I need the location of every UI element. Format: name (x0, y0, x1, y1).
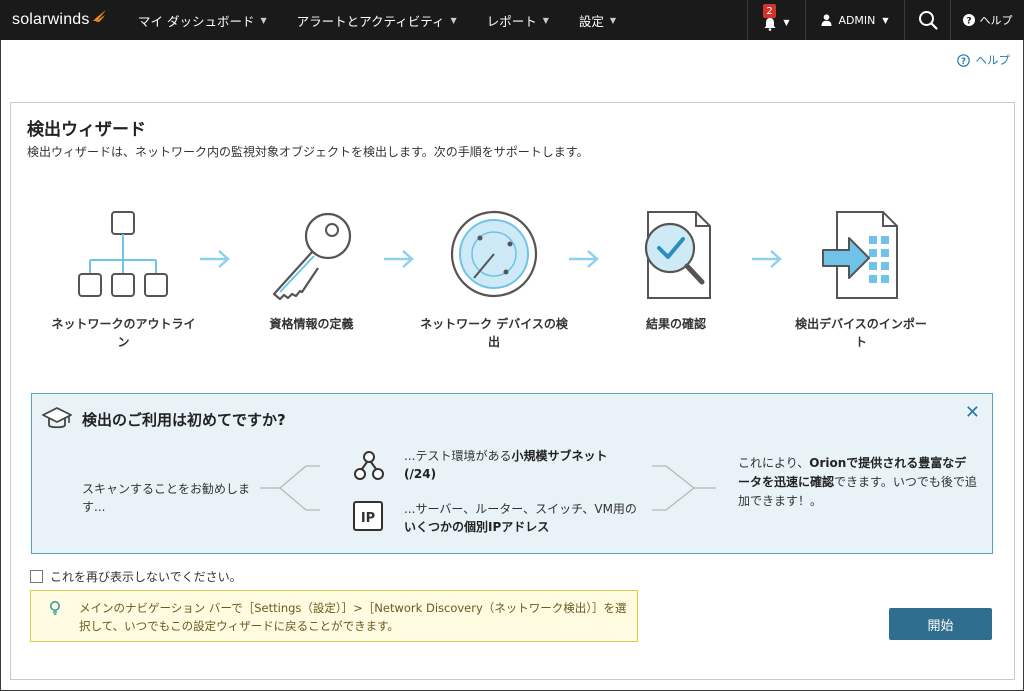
search-icon (918, 11, 938, 30)
step-label: 結果の確認 (645, 317, 706, 331)
menu-label: 設定 (578, 13, 604, 29)
menu-alerts-activity[interactable]: アラートとアクティビティ ▼ (297, 0, 457, 40)
info-title: 検出のご利用は初めてですか? (82, 411, 286, 429)
checkbox-label: これを再び表示しないでください。 (50, 570, 242, 584)
notice-text: メインのナビゲーション バーで［Settings（設定）］>［Network D… (79, 601, 627, 633)
chevron-down-icon: ▼ (609, 15, 617, 25)
chevron-down-icon: ▼ (882, 15, 889, 25)
start-button[interactable]: 開始 (889, 608, 992, 640)
navigation-notice: メインのナビゲーション バーで［Settings（設定）］>［Network D… (30, 590, 638, 642)
step-label: 資格情報の定義 (269, 317, 354, 331)
close-icon[interactable]: ✕ (965, 402, 980, 423)
logo-text: solarwinds (12, 11, 90, 28)
step-discover-devices: ネットワーク デバイスの検出 (419, 208, 569, 351)
svg-text:IP: IP (361, 511, 375, 526)
step-import-devices: 検出デバイスのインポート (791, 208, 931, 351)
user-menu[interactable]: ADMIN ▼ (805, 0, 904, 40)
step-label: 検出デバイスのインポート (795, 317, 927, 349)
menu-my-dashboard[interactable]: マイ ダッシュボード ▼ (138, 0, 267, 40)
arrow-right-icon (752, 250, 782, 268)
help-circle-icon: ? (956, 53, 970, 66)
subnet-icon (354, 451, 384, 480)
ip-address-icon: IP (353, 501, 383, 531)
import-devices-icon (822, 211, 898, 299)
step-label: ネットワークのアウトライン (51, 317, 196, 349)
branch-connector-left (260, 465, 320, 511)
step-label: ネットワーク デバイスの検出 (420, 317, 568, 349)
menu-reports[interactable]: レポート ▼ (487, 0, 549, 40)
review-results-icon (644, 211, 711, 299)
option2-bold: いくつかの個別IPアドレス (404, 520, 550, 534)
arrow-right-icon (384, 250, 414, 268)
dont-show-again-row: これを再び表示しないでください。 (30, 568, 242, 585)
branch-connector-right (652, 465, 716, 511)
lightbulb-icon (50, 601, 60, 615)
menu-settings[interactable]: 設定 ▼ (579, 0, 616, 40)
menu-label: アラートとアクティビティ (296, 13, 445, 29)
page-help-label: ヘルプ (975, 53, 1011, 67)
benefit-text: これにより、 (738, 456, 810, 470)
option2-text: ...サーバー、ルーター、スイッチ、VM用の (404, 502, 637, 516)
option1-text: ...テスト環境がある (404, 449, 512, 463)
menu-label: マイ ダッシュボード (138, 13, 255, 29)
notifications-button[interactable]: 2 ▼ (747, 0, 805, 40)
chevron-down-icon: ▼ (260, 15, 267, 25)
notification-badge: 2 (763, 4, 776, 18)
solarwinds-logo[interactable]: solarwinds (0, 0, 124, 40)
top-nav: solarwinds マイ ダッシュボード ▼ アラートとアクティビティ ▼ レポー… (0, 0, 1024, 40)
key-icon (272, 212, 351, 301)
help-icon: ? (962, 14, 975, 27)
radar-icon (450, 210, 538, 298)
main-menu: マイ ダッシュボード ▼ アラートとアクティビティ ▼ レポート ▼ 設定 ▼ (124, 0, 616, 40)
page-help-link[interactable]: ? ヘルプ (956, 52, 1011, 68)
page-title: 検出ウィザード (27, 120, 146, 140)
option-small-subnet: ...テスト環境がある小規模サブネット (/24) (404, 447, 624, 483)
bell-icon (764, 18, 776, 31)
svg-text:?: ? (966, 17, 971, 27)
info-benefit-text: これにより、Orionで提供される豊富なデータを迅速に確認できます。いつでも後で… (738, 454, 978, 511)
help-label: ヘルプ (979, 14, 1013, 27)
menu-label: レポート (486, 13, 537, 29)
arrow-right-icon (200, 250, 230, 268)
graduation-cap-icon (42, 407, 72, 429)
user-icon (821, 14, 832, 26)
svg-text:?: ? (961, 56, 966, 66)
flame-icon (92, 10, 106, 22)
chevron-down-icon: ▼ (783, 17, 790, 27)
arrow-right-icon (569, 250, 599, 268)
nav-help-button[interactable]: ? ヘルプ (950, 0, 1024, 40)
network-outline-icon (77, 211, 168, 297)
nav-right: 2 ▼ ADMIN ▼ ? ヘルプ (747, 0, 1024, 40)
step-credentials: 資格情報の定義 (239, 208, 384, 333)
step-network-outline: ネットワークのアウトライン (51, 208, 196, 351)
first-time-info-panel: 検出のご利用は初めてですか? ✕ スキャンすることをお勧めします... ...テ… (31, 393, 993, 554)
chevron-down-icon: ▼ (450, 15, 457, 25)
option-individual-ips: ...サーバー、ルーター、スイッチ、VM用のいくつかの個別IPアドレス (404, 500, 639, 536)
info-recommend-text: スキャンすることをお勧めします... (82, 482, 251, 514)
search-button[interactable] (904, 0, 950, 40)
chevron-down-icon: ▼ (542, 15, 549, 25)
username: ADMIN (838, 13, 876, 27)
wizard-description: 検出ウィザードは、ネットワーク内の監視対象オブジェクトを検出します。次の手順をサ… (27, 145, 589, 159)
dont-show-again-checkbox[interactable] (30, 570, 43, 583)
step-review-results: 結果の確認 (611, 208, 741, 333)
